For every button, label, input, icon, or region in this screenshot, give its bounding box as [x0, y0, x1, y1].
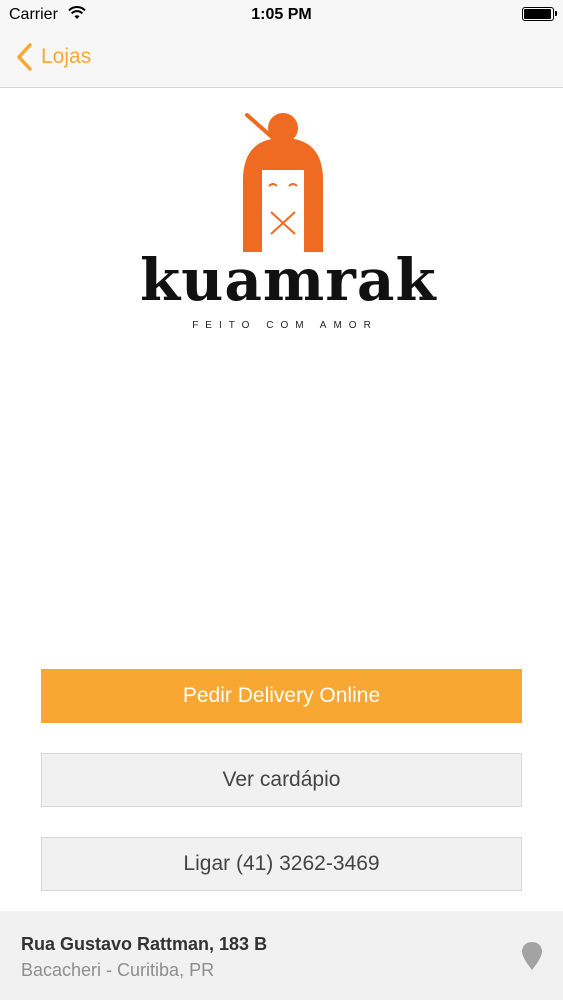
restaurant-logo: kuamrak FEITO COM AMOR [140, 110, 437, 340]
order-delivery-button[interactable]: Pedir Delivery Online [41, 669, 522, 723]
battery-level [524, 9, 551, 19]
address-footer[interactable]: Rua Gustavo Rattman, 183 B Bacacheri - C… [0, 911, 563, 1000]
address-district: Bacacheri - Curitiba, PR [21, 960, 215, 980]
geisha-mascot-icon [243, 113, 323, 252]
chevron-left-icon [17, 43, 32, 71]
view-menu-button[interactable]: Ver cardápio [41, 753, 522, 807]
back-button[interactable]: Lojas [14, 42, 91, 72]
status-bar: Carrier 1:05 PM [0, 0, 563, 30]
logo-wordmark: kuamrak [140, 246, 437, 314]
logo-tagline: FEITO COM AMOR [192, 320, 378, 331]
call-store-button[interactable]: Ligar (41) 3262-3469 [41, 837, 522, 891]
address-street: Rua Gustavo Rattman, 183 B [21, 934, 268, 954]
map-pin-icon[interactable] [521, 941, 543, 971]
back-button-label: Lojas [41, 45, 92, 68]
battery-icon [522, 7, 557, 21]
clock: 1:05 PM [251, 6, 312, 23]
navigation-bar: Lojas [0, 30, 563, 88]
